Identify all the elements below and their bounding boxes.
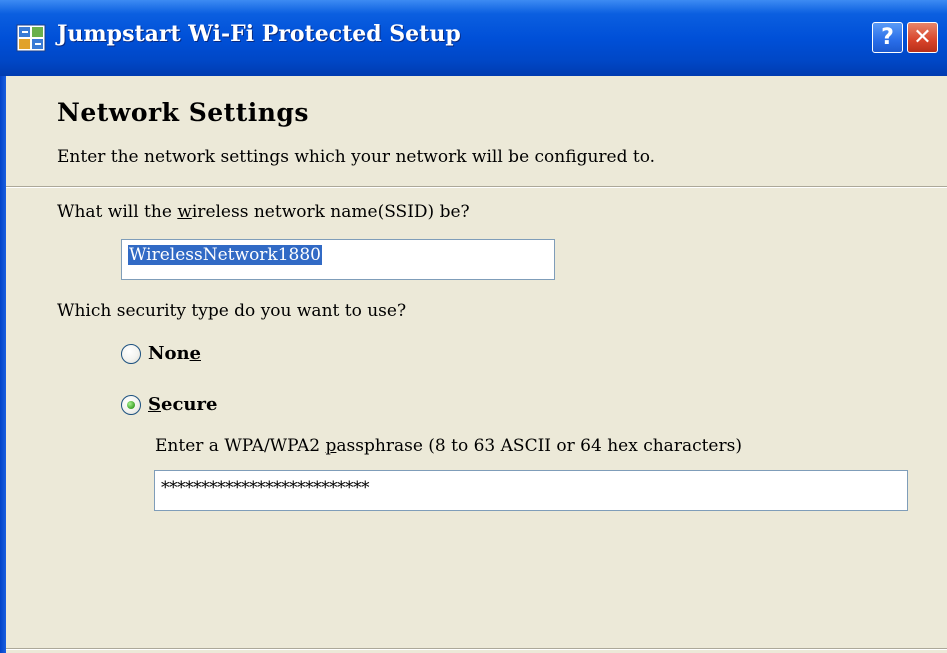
network-setup-icon bbox=[16, 24, 46, 52]
ssid-question-accel: w bbox=[177, 202, 192, 222]
radio-none-circle[interactable] bbox=[121, 343, 141, 364]
ssid-question-text-2: ireless network name(SSID) be? bbox=[191, 202, 470, 222]
close-button[interactable]: ✕ bbox=[907, 22, 938, 53]
passphrase-input[interactable]: ************************** bbox=[154, 470, 908, 511]
ssid-input[interactable]: WirelessNetwork1880 bbox=[121, 239, 555, 280]
close-icon: ✕ bbox=[913, 25, 932, 50]
help-icon: ? bbox=[881, 25, 894, 50]
help-button[interactable]: ? bbox=[872, 22, 903, 53]
page-title: Network Settings bbox=[57, 98, 309, 127]
radio-secure-accel: S bbox=[148, 394, 161, 415]
title-bar[interactable]: Jumpstart Wi-Fi Protected Setup ? ✕ bbox=[0, 0, 947, 76]
ssid-value: WirelessNetwork1880 bbox=[128, 245, 322, 265]
radio-secure-label: Secure bbox=[148, 394, 217, 415]
passphrase-value: ************************** bbox=[161, 478, 370, 498]
dialog-window: Jumpstart Wi-Fi Protected Setup ? ✕ Netw… bbox=[0, 0, 947, 653]
radio-none-accel: e bbox=[189, 343, 201, 364]
passphrase-prompt-text: Enter a WPA/WPA2 bbox=[155, 436, 326, 456]
radio-none-text: Non bbox=[148, 343, 190, 364]
header-panel bbox=[6, 76, 947, 186]
security-question: Which security type do you want to use? bbox=[57, 301, 407, 321]
radio-secure[interactable]: Secure bbox=[121, 394, 217, 415]
passphrase-prompt: Enter a WPA/WPA2 passphrase (8 to 63 ASC… bbox=[155, 436, 742, 456]
passphrase-prompt-accel: p bbox=[325, 436, 337, 456]
header-divider bbox=[6, 186, 947, 188]
ssid-question: What will the wireless network name(SSID… bbox=[57, 202, 470, 222]
radio-secure-circle[interactable] bbox=[121, 394, 141, 415]
radio-none-label: None bbox=[148, 343, 201, 364]
passphrase-prompt-text-2: assphrase (8 to 63 ASCII or 64 hex chara… bbox=[336, 436, 742, 456]
radio-selected-dot bbox=[127, 400, 135, 409]
page-subtitle: Enter the network settings which your ne… bbox=[57, 147, 656, 167]
footer-divider bbox=[6, 648, 947, 650]
radio-secure-text: ecure bbox=[161, 394, 218, 415]
ssid-question-text: What will the bbox=[57, 202, 178, 222]
window-title: Jumpstart Wi-Fi Protected Setup bbox=[57, 21, 461, 47]
radio-none[interactable]: None bbox=[121, 343, 201, 364]
